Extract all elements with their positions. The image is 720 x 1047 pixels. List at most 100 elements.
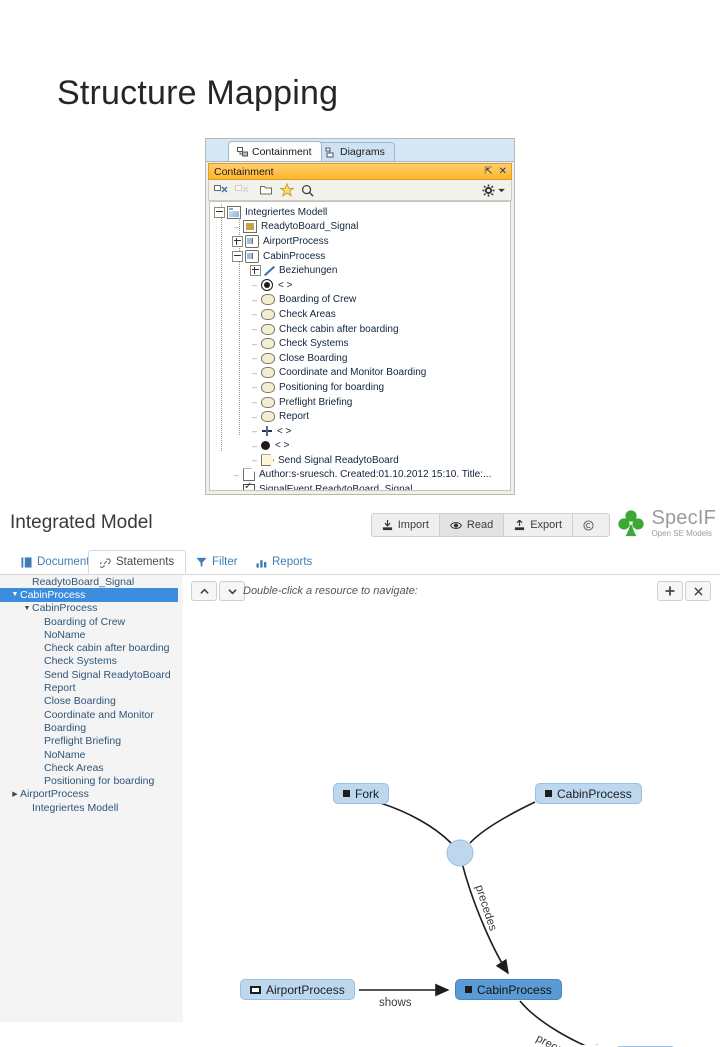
magicdraw-tabstrip: Containment Diagrams — [206, 139, 514, 162]
containment-tree-item[interactable]: – Coordinate and Monitor Boarding — [210, 366, 510, 381]
tree-collapse-toggle[interactable] — [232, 250, 243, 262]
link-icon — [100, 557, 111, 568]
favorites-star-icon[interactable] — [280, 183, 294, 197]
containment-tree-item[interactable]: – Preflight Briefing — [210, 395, 510, 410]
sidebar-item[interactable]: NoName — [0, 628, 183, 641]
app-header: Integrated Model Import Read Export Spec… — [0, 500, 720, 548]
tree-leaf-dash: – — [251, 426, 257, 437]
sidebar-item[interactable]: Integriertes Modell — [0, 801, 183, 814]
action-oval-icon — [261, 352, 275, 364]
caret-down-icon[interactable]: ▼ — [10, 591, 20, 598]
tab-reports[interactable]: Reports — [245, 550, 323, 574]
containment-tree-item[interactable]: – Report — [210, 409, 510, 424]
caret-down-icon[interactable]: ▼ — [22, 605, 32, 612]
graph-node-cabinprocess-selected[interactable]: CabinProcess — [455, 979, 562, 1000]
export-button[interactable]: Export — [503, 513, 572, 537]
containment-tree-item[interactable]: – < > — [210, 439, 510, 454]
import-button-label: Import — [397, 519, 429, 531]
graph-node-airportprocess[interactable]: AirportProcess — [240, 979, 355, 1000]
select-in-containment-icon[interactable] — [214, 184, 228, 197]
sidebar-item-label: Check cabin after boarding — [44, 642, 170, 655]
close-panel-button[interactable] — [685, 581, 711, 601]
containment-tree[interactable]: Integriertes Modell – ReadytoBoard_Signal A… — [209, 201, 511, 491]
containment-tree-item[interactable]: Beziehungen — [210, 263, 510, 278]
sidebar-item-label: Send Signal ReadytoBoard — [44, 668, 171, 681]
chevron-up-icon — [199, 588, 209, 594]
containment-panel-title: Containment — [214, 165, 274, 178]
tree-collapse-toggle[interactable] — [214, 206, 225, 218]
containment-tree-item[interactable]: AirportProcess — [210, 234, 510, 249]
containment-tree-item[interactable]: – Author:s-sruesch. Created:01.10.2012 15… — [210, 468, 510, 483]
read-button[interactable]: Read — [438, 513, 504, 537]
containment-tree-item[interactable]: – Check Systems — [210, 336, 510, 351]
sidebar-item[interactable]: Preflight Briefing — [0, 735, 183, 748]
tree-expand-toggle[interactable] — [232, 235, 243, 247]
sidebar-item[interactable]: ▶ AirportProcess — [0, 788, 183, 801]
specif-app: Integrated Model Import Read Export Spec… — [0, 500, 720, 1047]
sidebar-item[interactable]: Check Areas — [0, 761, 183, 774]
tree-leaf-dash: – — [251, 294, 257, 305]
sidebar-item[interactable]: Boarding — [0, 721, 183, 734]
tab-document[interactable]: Document — [10, 550, 100, 574]
sidebar-item[interactable]: ▼ CabinProcess — [0, 588, 178, 602]
containment-tree-item[interactable]: – SignalEvent ReadytoBoard_Signal — [210, 481, 510, 490]
sidebar-item[interactable]: Boarding of Crew — [0, 615, 183, 628]
copyright-button[interactable] — [572, 513, 610, 537]
eye-icon — [449, 521, 462, 529]
close-icon[interactable]: ✕ — [499, 165, 507, 179]
containment-tree-item[interactable]: – Positioning for boarding — [210, 380, 510, 395]
sidebar-item[interactable]: ReadytoBoard_Signal — [0, 575, 183, 588]
restore-icon[interactable]: ⇱ — [484, 165, 492, 179]
sidebar-item[interactable]: Report — [0, 681, 183, 694]
sidebar-item[interactable]: Check Systems — [0, 655, 183, 668]
graph-node-fork[interactable]: Fork — [333, 783, 389, 804]
export-icon — [515, 519, 525, 530]
containment-tree-item[interactable]: – ReadytoBoard_Signal — [210, 220, 510, 235]
containment-tree-item[interactable]: – Close Boarding — [210, 351, 510, 366]
add-statement-button[interactable] — [657, 581, 683, 601]
tab-statements[interactable]: Statements — [88, 550, 187, 574]
tab-filter[interactable]: Filter — [185, 550, 249, 574]
tab-diagrams[interactable]: Diagrams — [316, 142, 395, 161]
graph-hub-node[interactable] — [446, 839, 474, 867]
sidebar-item[interactable]: Coordinate and Monitor — [0, 708, 183, 721]
sidebar-item[interactable]: Send Signal ReadytoBoard — [0, 668, 183, 681]
edge-cabin1-hub — [469, 801, 536, 844]
relation-icon — [263, 265, 275, 276]
containment-tree-item[interactable]: – Check cabin after boarding — [210, 322, 510, 337]
search-icon[interactable] — [301, 184, 314, 197]
action-oval-icon — [261, 338, 275, 350]
chevron-down-icon[interactable] — [498, 188, 505, 193]
sidebar-item[interactable]: ▼ CabinProcess — [0, 602, 183, 615]
tree-expand-toggle[interactable] — [250, 265, 261, 277]
tree-leaf-dash: – — [251, 397, 257, 408]
containment-tree-item[interactable]: – Check Areas — [210, 307, 510, 322]
graph-node-cabinprocess-selected-label: CabinProcess — [477, 982, 552, 997]
nav-up-button[interactable] — [191, 581, 217, 601]
containment-tree-item[interactable]: – Boarding of Crew — [210, 293, 510, 308]
diagrams-icon — [325, 147, 334, 157]
containment-tree-item[interactable]: Integriertes Modell — [210, 205, 510, 220]
caret-right-icon[interactable]: ▶ — [10, 790, 20, 798]
tab-containment[interactable]: Containment — [228, 141, 322, 161]
containment-panel-titlebar: Containment ⇱ ✕ — [208, 163, 512, 180]
containment-tree-item-label: Check cabin after boarding — [279, 323, 399, 335]
fork-node-icon — [261, 426, 273, 437]
import-button[interactable]: Import — [370, 513, 439, 537]
containment-tree-item[interactable]: – < > — [210, 278, 510, 293]
sidebar-item[interactable]: Positioning for boarding — [0, 774, 183, 787]
nav-down-button[interactable] — [219, 581, 245, 601]
containment-tree-item[interactable]: – Send Signal ReadytoBoard — [210, 453, 510, 468]
containment-tree-item[interactable]: – < > — [210, 424, 510, 439]
sidebar-item[interactable]: NoName — [0, 748, 183, 761]
statements-panel: Double-click a resource to navigate: For… — [183, 575, 720, 1047]
resource-tree-sidebar[interactable]: ReadytoBoard_Signal ▼ CabinProcess ▼ CabinPr… — [0, 575, 183, 1022]
note-icon — [243, 468, 255, 482]
sidebar-item[interactable]: Check cabin after boarding — [0, 641, 183, 654]
statement-graph[interactable]: Fork CabinProcess AirportProcess CabinPr… — [183, 605, 720, 1047]
sidebar-item[interactable]: Close Boarding — [0, 695, 183, 708]
gear-icon[interactable] — [482, 183, 495, 197]
graph-node-cabinprocess-top[interactable]: CabinProcess — [535, 783, 642, 804]
containment-tree-item[interactable]: CabinProcess — [210, 249, 510, 264]
open-package-icon[interactable] — [260, 184, 273, 196]
